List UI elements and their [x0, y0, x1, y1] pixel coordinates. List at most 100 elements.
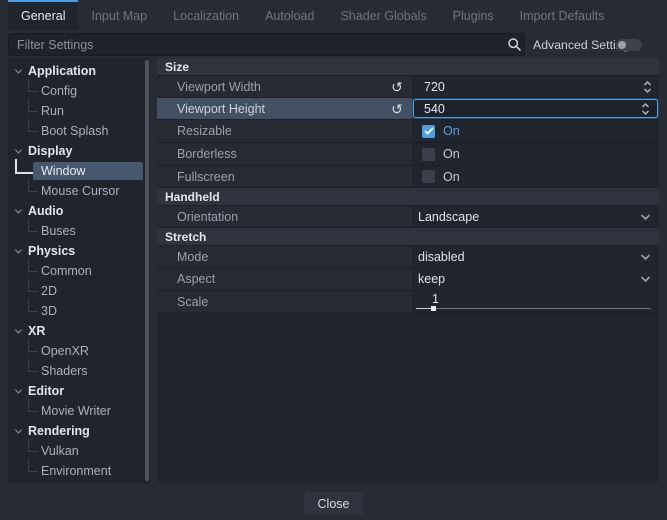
- slider-grabber-icon[interactable]: [431, 306, 436, 311]
- sidebar-item-environment[interactable]: Environment: [8, 461, 150, 481]
- sidebar-item-xr[interactable]: XR: [8, 321, 150, 341]
- property-row-fullscreen: Fullscreen On: [157, 166, 659, 188]
- property-row-resizable: Resizable On: [157, 120, 659, 143]
- chevron-down-icon: [640, 276, 651, 283]
- toggle-knob-icon: [618, 41, 626, 49]
- property-label: Viewport Height: [177, 102, 265, 116]
- sidebar-item-buses[interactable]: Buses: [8, 221, 150, 241]
- filter-settings-input[interactable]: [8, 33, 525, 56]
- sidebar-item-label: Shaders: [41, 364, 88, 378]
- scale-slider[interactable]: 1: [412, 291, 659, 313]
- sidebar-item-application[interactable]: Application: [8, 61, 150, 81]
- tab-plugins[interactable]: Plugins: [440, 0, 507, 30]
- checkbox-unchecked-icon[interactable]: [422, 148, 435, 161]
- aspect-value: keep: [418, 272, 445, 286]
- caret-down-icon: [15, 426, 22, 433]
- tab-import-defaults[interactable]: Import Defaults: [507, 0, 618, 30]
- close-button[interactable]: Close: [304, 492, 364, 515]
- settings-inspector: Size Viewport Width ↺ 720 Viewport Heigh…: [157, 58, 659, 483]
- sidebar-item-audio[interactable]: Audio: [8, 201, 150, 221]
- sidebar-item-boot-splash[interactable]: Boot Splash: [8, 121, 150, 141]
- sidebar-item-vulkan[interactable]: Vulkan: [8, 441, 150, 461]
- section-title: Handheld: [165, 190, 220, 204]
- sidebar-item-config[interactable]: Config: [8, 81, 150, 101]
- sidebar-item-label: Audio: [28, 204, 63, 218]
- slider-track[interactable]: [416, 308, 651, 309]
- sidebar-item-label: Common: [41, 264, 92, 278]
- property-row-viewport-width: Viewport Width ↺ 720: [157, 76, 659, 98]
- checkbox-checked-icon[interactable]: [422, 125, 435, 138]
- borderless-label-cell: Borderless: [157, 143, 412, 165]
- caret-down-icon: [15, 246, 22, 253]
- sidebar-item-label: Run: [41, 104, 64, 118]
- aspect-dropdown[interactable]: keep: [412, 268, 659, 290]
- sidebar-item-window[interactable]: Window: [8, 161, 150, 181]
- section-title: Stretch: [165, 230, 206, 244]
- sidebar-item-label: Vulkan: [41, 444, 79, 458]
- sidebar-item-3d[interactable]: 3D: [8, 301, 150, 321]
- viewport-height-label-cell: Viewport Height ↺: [157, 98, 412, 119]
- property-label: Borderless: [177, 147, 237, 161]
- viewport-width-value: 720: [424, 80, 445, 94]
- checkbox-state-label: On: [443, 170, 460, 184]
- spin-updown-icon[interactable]: [641, 102, 650, 115]
- sidebar-item-label: Boot Splash: [41, 124, 108, 138]
- property-row-borderless: Borderless On: [157, 143, 659, 166]
- property-label: Orientation: [177, 210, 238, 224]
- sidebar-item-label: OpenXR: [41, 344, 89, 358]
- sidebar-item-openxr[interactable]: OpenXR: [8, 341, 150, 361]
- checkbox-state-label: On: [443, 147, 460, 161]
- viewport-height-spinbox[interactable]: 540: [413, 99, 658, 118]
- viewport-height-cell: 540: [412, 98, 659, 119]
- fullscreen-label-cell: Fullscreen: [157, 166, 412, 187]
- orientation-dropdown[interactable]: Landscape: [412, 206, 659, 227]
- revert-icon[interactable]: ↺: [389, 101, 405, 117]
- sidebar-item-run[interactable]: Run: [8, 101, 150, 121]
- fullscreen-value-cell: On: [412, 166, 659, 187]
- checkbox-unchecked-icon[interactable]: [422, 170, 435, 183]
- sidebar-item-physics[interactable]: Physics: [8, 241, 150, 261]
- sidebar-item-movie-writer[interactable]: Movie Writer: [8, 401, 150, 421]
- borderless-value-cell: On: [412, 143, 659, 165]
- sidebar-item-shaders[interactable]: Shaders: [8, 361, 150, 381]
- property-label: Resizable: [177, 124, 232, 138]
- aspect-label-cell: Aspect: [157, 268, 412, 290]
- sidebar-scrollbar[interactable]: [145, 60, 149, 481]
- checkbox-state-label: On: [443, 124, 460, 138]
- revert-icon[interactable]: ↺: [389, 79, 405, 95]
- property-label: Mode: [177, 250, 208, 264]
- sidebar-item-label: Environment: [41, 464, 111, 478]
- sidebar-item-display[interactable]: Display: [8, 141, 150, 161]
- sidebar-item-label: Config: [41, 84, 77, 98]
- property-row-viewport-height: Viewport Height ↺ 540: [157, 98, 659, 120]
- orientation-label-cell: Orientation: [157, 206, 412, 227]
- sidebar-item-label: Physics: [28, 244, 75, 258]
- tab-shader-globals[interactable]: Shader Globals: [327, 0, 439, 30]
- tab-general[interactable]: General: [8, 0, 78, 30]
- sidebar-item-label: 3D: [41, 304, 57, 318]
- property-label: Aspect: [177, 272, 215, 286]
- sidebar-item-rendering[interactable]: Rendering: [8, 421, 150, 441]
- mode-dropdown[interactable]: disabled: [412, 246, 659, 267]
- sidebar-item-label: Window: [41, 164, 85, 178]
- tab-localization[interactable]: Localization: [160, 0, 252, 30]
- sidebar-item-2d[interactable]: 2D: [8, 281, 150, 301]
- caret-down-icon: [15, 146, 22, 153]
- sidebar-item-editor[interactable]: Editor: [8, 381, 150, 401]
- sidebar-item-mouse-cursor[interactable]: Mouse Cursor: [8, 181, 150, 201]
- sidebar-item-label: Rendering: [28, 424, 90, 438]
- mode-label-cell: Mode: [157, 246, 412, 267]
- project-settings-dialog: General Input Map Localization Autoload …: [0, 0, 667, 520]
- caret-down-icon: [15, 206, 22, 213]
- caret-down-icon: [15, 66, 22, 73]
- tab-autoload[interactable]: Autoload: [252, 0, 327, 30]
- advanced-settings-toggle[interactable]: [616, 39, 642, 51]
- viewport-width-spinbox[interactable]: 720: [412, 76, 659, 97]
- filter-bar: Advanced Settings: [8, 33, 659, 57]
- spin-updown-icon[interactable]: [643, 80, 652, 93]
- sidebar-item-label: Application: [28, 64, 96, 78]
- sidebar-item-common[interactable]: Common: [8, 261, 150, 281]
- search-icon: [507, 37, 522, 52]
- tab-input-map[interactable]: Input Map: [78, 0, 160, 30]
- mode-value: disabled: [418, 250, 465, 264]
